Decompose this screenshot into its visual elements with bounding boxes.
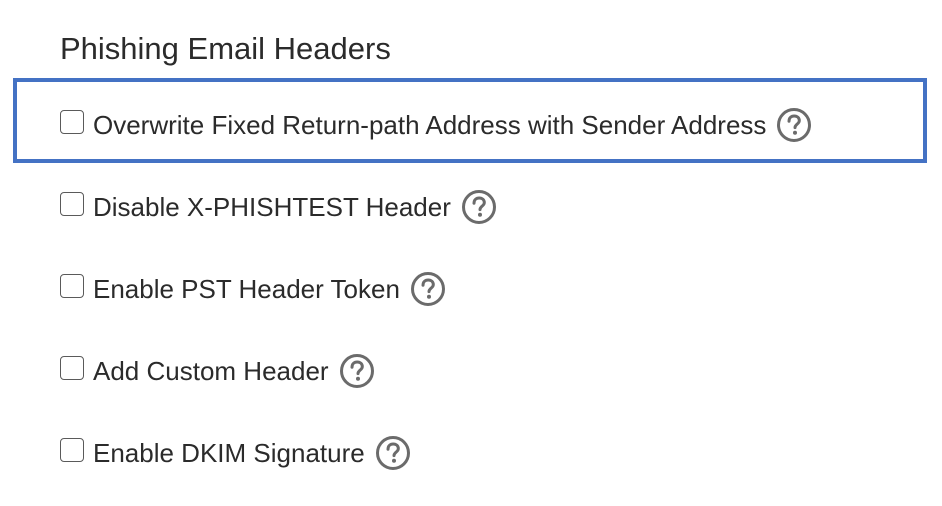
question-circle-icon[interactable] [375,435,411,471]
question-circle-icon[interactable] [461,189,497,225]
enable-pst-header-token-label[interactable]: Enable PST Header Token [93,274,400,304]
option-label-row: Enable DKIM Signature [93,435,411,471]
option-enable-pst-header-token: Enable PST Header Token [0,267,942,307]
enable-dkim-signature-label[interactable]: Enable DKIM Signature [93,438,365,468]
disable-x-phishtest-label[interactable]: Disable X-PHISHTEST Header [93,192,451,222]
option-label-row: Overwrite Fixed Return-path Address with… [93,107,812,143]
option-label-row: Enable PST Header Token [93,271,446,307]
option-overwrite-return-path: Overwrite Fixed Return-path Address with… [0,103,942,143]
overwrite-return-path-checkbox[interactable] [60,110,84,134]
option-add-custom-header: Add Custom Header [0,349,942,389]
add-custom-header-checkbox[interactable] [60,356,84,380]
disable-x-phishtest-checkbox[interactable] [60,192,84,216]
overwrite-return-path-label[interactable]: Overwrite Fixed Return-path Address with… [93,110,766,140]
option-label-row: Disable X-PHISHTEST Header [93,189,497,225]
section-title: Phishing Email Headers [60,31,391,66]
option-enable-dkim-signature: Enable DKIM Signature [0,431,942,471]
add-custom-header-label[interactable]: Add Custom Header [93,356,329,386]
option-disable-x-phishtest: Disable X-PHISHTEST Header [0,185,942,225]
question-circle-icon[interactable] [776,107,812,143]
question-circle-icon[interactable] [410,271,446,307]
enable-dkim-signature-checkbox[interactable] [60,438,84,462]
option-label-row: Add Custom Header [93,353,375,389]
question-circle-icon[interactable] [339,353,375,389]
enable-pst-header-token-checkbox[interactable] [60,274,84,298]
